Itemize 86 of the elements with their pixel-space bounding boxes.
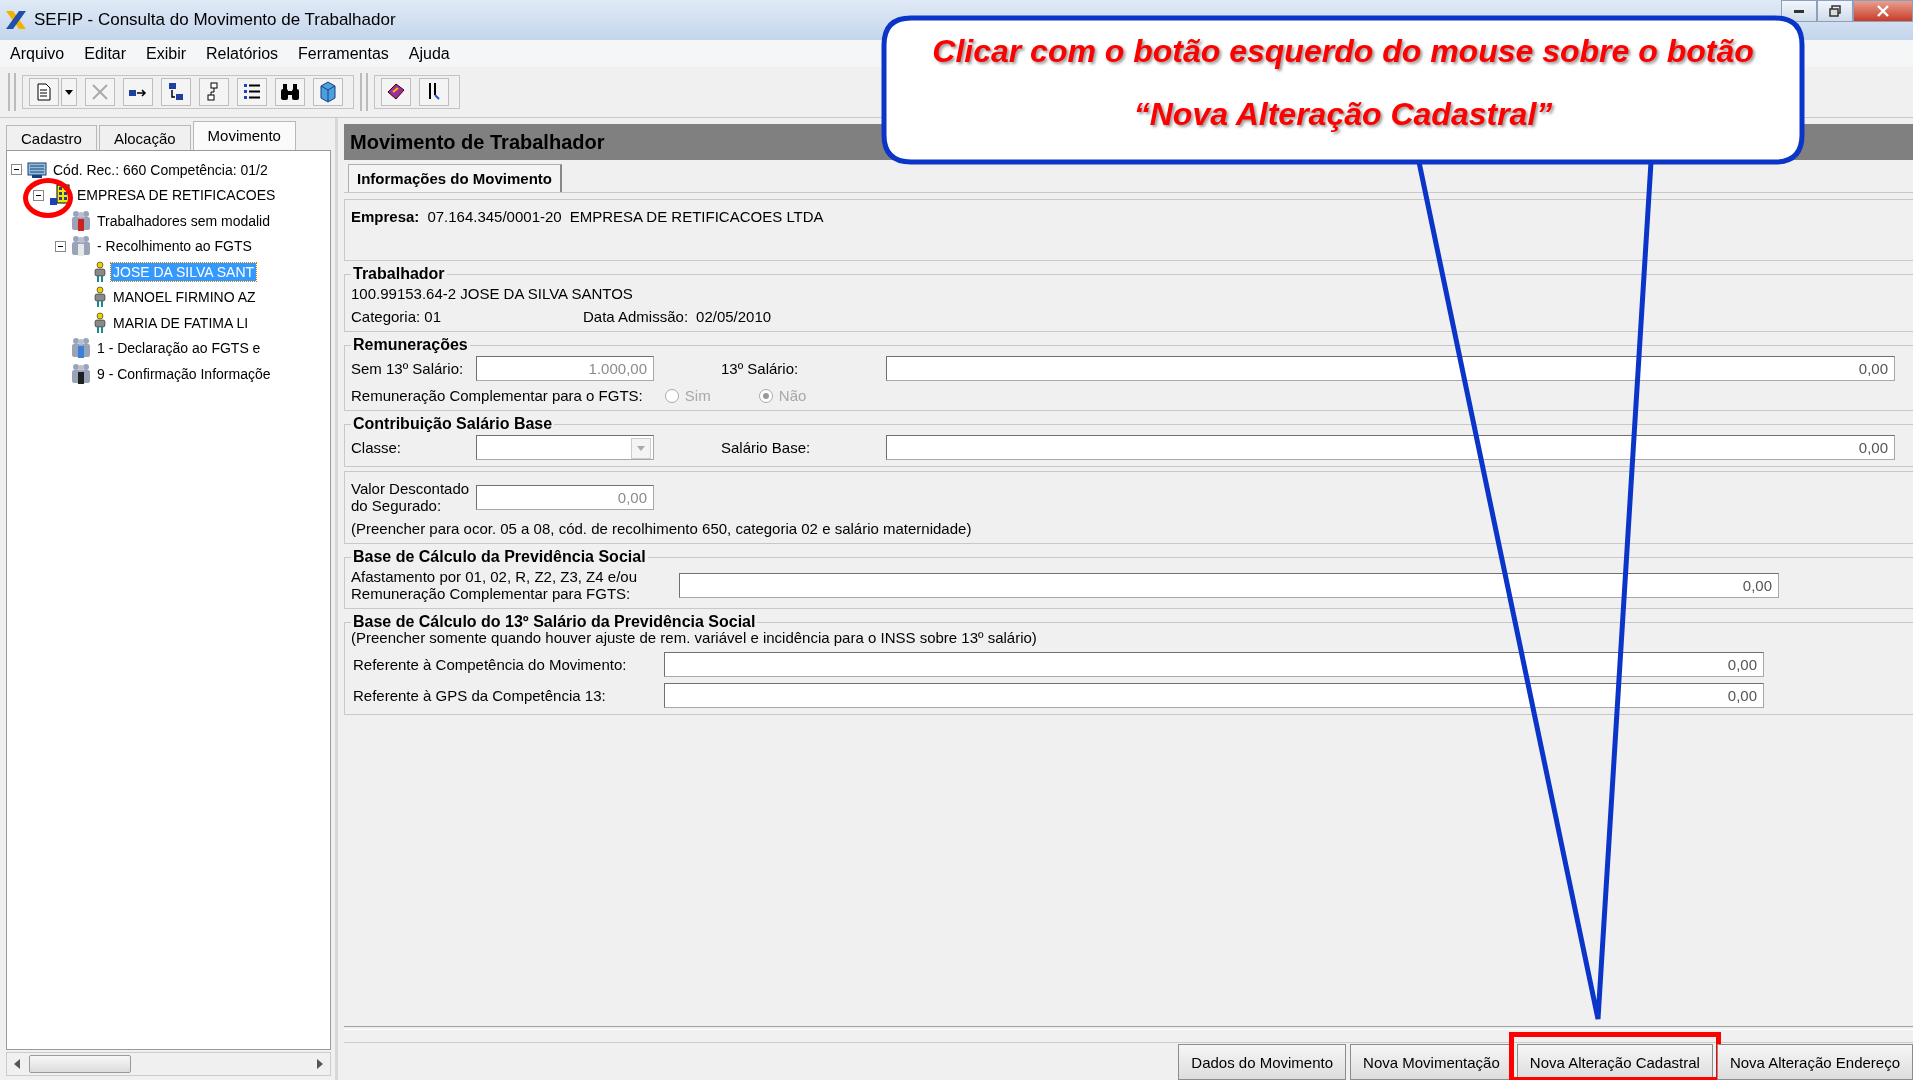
action-button[interactable]: Nova Alteração Cadastral — [1516, 1044, 1713, 1080]
toolbar-button[interactable] — [123, 78, 153, 106]
restore-button[interactable] — [1817, 0, 1853, 22]
caret-icon — [65, 89, 73, 95]
window-title: SEFIP - Consulta do Movimento de Trabalhador — [34, 10, 396, 30]
field-label: Referente à Competência do Movimento: — [352, 656, 628, 673]
category-text: Categoria: 01 — [351, 308, 443, 325]
field-label: Remuneração Complementar para o FGTS: — [351, 387, 643, 404]
tree-item[interactable]: Cód. Rec.: 660 Competência: 01/2 — [51, 160, 270, 179]
toolbar-button[interactable] — [313, 78, 343, 106]
input-field[interactable]: 0,00 — [886, 356, 1895, 381]
person-icon — [93, 260, 107, 283]
field-label: Valor Descontado do Segurado: — [351, 480, 471, 514]
tree-item[interactable]: MANOEL FIRMINO AZ — [111, 288, 258, 307]
action-button[interactable]: Dados do Movimento — [1178, 1044, 1347, 1080]
tree-icon — [207, 82, 221, 102]
cube-icon — [318, 81, 338, 103]
horizontal-scrollbar[interactable] — [6, 1052, 331, 1076]
app-logo-icon — [4, 8, 28, 32]
input-field[interactable]: 0,00 — [664, 683, 1764, 708]
toolbar-grip[interactable] — [8, 73, 16, 111]
menu-item[interactable]: Arquivo — [10, 44, 65, 63]
computer-icon — [27, 160, 47, 179]
group-title: Remunerações — [352, 336, 469, 354]
tab[interactable]: Informações do Movimento — [348, 164, 563, 192]
tree-item[interactable]: EMPRESA DE RETIFICACOES — [75, 186, 278, 205]
menu-item[interactable]: Editar — [84, 44, 127, 63]
field-label: Classe: — [351, 439, 403, 456]
menu-item[interactable]: Ajuda — [408, 44, 450, 63]
toolbar-button[interactable] — [275, 78, 305, 106]
minimize-button[interactable] — [1781, 0, 1817, 22]
collapse-toggle[interactable] — [33, 189, 44, 201]
toolbar-button[interactable] — [381, 78, 411, 106]
action-button[interactable]: Nova Alteração Endereço — [1716, 1044, 1913, 1080]
callout-text: Clicar com o botão esquerdo do mouse sobre o botão — [932, 33, 1754, 70]
caret-icon — [637, 446, 645, 451]
field-label: Sem 13º Salário: — [351, 360, 465, 377]
tab[interactable]: Movimento — [192, 121, 296, 150]
dropdown-button[interactable] — [61, 78, 77, 106]
toolbar-button[interactable] — [161, 78, 191, 106]
tree-item[interactable]: 1 - Declaração ao FGTS e — [95, 339, 263, 358]
close-icon — [1876, 5, 1890, 17]
group-title: Base de Cálculo do 13º Salário da Previdência Social — [352, 613, 757, 631]
input-field[interactable]: 0,00 — [886, 435, 1895, 460]
tab[interactable]: Alocação — [98, 125, 191, 150]
tree-item[interactable]: MARIA DE FATIMA LI — [111, 313, 251, 332]
menu-item[interactable]: Ferramentas — [298, 44, 389, 63]
group-title: Contribuição Salário Base — [352, 415, 554, 433]
field-label: Afastamento por 01, 02, R, Z2, Z3, Z4 e/ou Remuneração Complementar para FGTS: — [351, 568, 638, 602]
collapse-toggle[interactable] — [11, 164, 22, 176]
tree-item[interactable]: - Recolhimento ao FGTS — [95, 237, 254, 256]
document-icon — [36, 83, 52, 101]
list-icon — [243, 82, 261, 102]
restore-icon — [1829, 5, 1841, 17]
field-label: 13º Salário: — [720, 360, 800, 377]
tree-item[interactable]: Trabalhadores sem modalid — [95, 211, 272, 230]
close-button[interactable] — [1853, 0, 1913, 22]
date-text: 02/05/2010 — [696, 308, 772, 325]
company-id: 07.164.345/0001-20 — [427, 208, 562, 225]
field-label: Referente à GPS da Competência 13: — [352, 687, 607, 704]
field-label: Salário Base: — [720, 439, 812, 456]
tree-item[interactable]: 9 - Confirmação Informaçõe — [95, 364, 273, 383]
company-name: EMPRESA DE RETIFICACOES LTDA — [569, 208, 824, 225]
person-icon — [93, 311, 107, 334]
left-arrow-icon — [13, 1059, 21, 1069]
toolbar-button[interactable] — [419, 78, 449, 106]
toolbar-button[interactable] — [237, 78, 267, 106]
toolbar-grip[interactable] — [360, 73, 368, 111]
minimize-icon — [1794, 9, 1804, 13]
input-field[interactable]: 0,00 — [679, 572, 1779, 598]
input-field[interactable]: 0,00 — [664, 652, 1764, 677]
worker-name: 100.99153.64-2 JOSE DA SILVA SANTOS — [351, 285, 634, 302]
menu-item[interactable]: Relatórios — [206, 44, 279, 63]
group-title: Trabalhador — [352, 265, 446, 283]
menu-item[interactable]: Exibir — [146, 44, 187, 63]
field-label: Empresa: — [351, 208, 420, 225]
group-title: Base de Cálculo da Previdência Social — [352, 548, 647, 566]
note-text: (Preencher para ocor. 05 a 08, cód. de recolhimento 650, categoria 02 e salário maternidade) — [351, 520, 973, 537]
field-label: Data Admissão: — [583, 308, 689, 325]
tab[interactable]: Cadastro — [6, 125, 97, 150]
cross-icon — [91, 83, 109, 101]
note-text: (Preencher somente quando houver ajuste de rem. variável e incidência para o INSS sobre 13º salário) — [351, 629, 1038, 646]
binoculars-icon — [279, 83, 301, 101]
person-icon — [93, 286, 107, 309]
collapse-toggle[interactable] — [55, 240, 66, 252]
right-arrow-icon — [316, 1059, 324, 1069]
